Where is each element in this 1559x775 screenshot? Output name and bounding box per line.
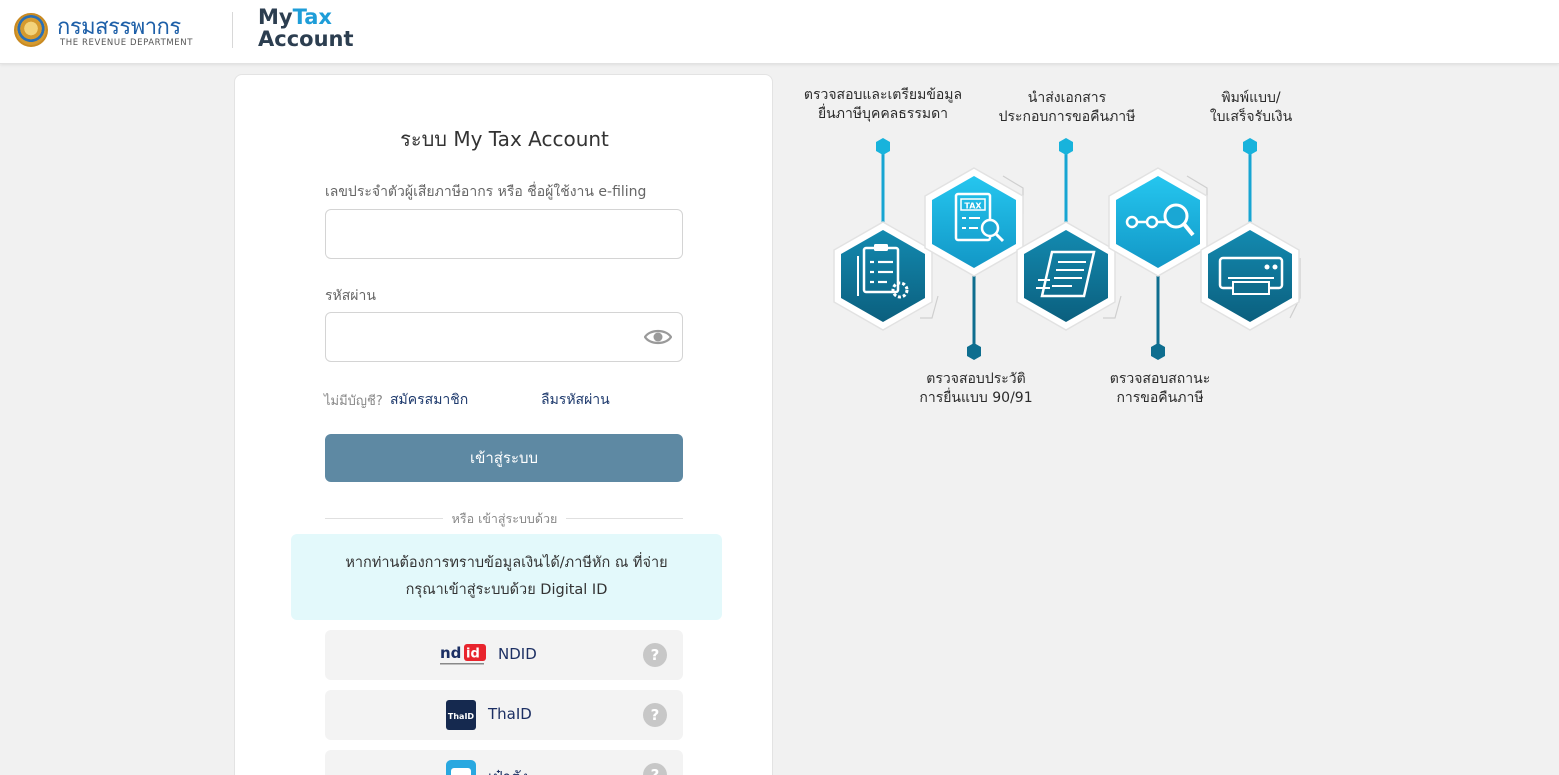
feature-label-filing-history-line2: การยื่นแบบ 90/91: [919, 390, 1033, 406]
feature-label-prepare-data: ตรวจสอบและเตรียมข้อมูล ยื่นภาษีบุคคลธรรม…: [792, 86, 974, 124]
feature-label-print-receipt: พิมพ์แบบ/ ใบเสร็จรับเงิน: [1190, 89, 1312, 127]
feature-label-filing-history-line1: ตรวจสอบประวัติ: [926, 371, 1026, 387]
info-line-2: กรุณาเข้าสู่ระบบด้วย Digital ID: [405, 582, 608, 598]
svg-text:id: id: [466, 647, 480, 662]
forgot-password-link[interactable]: ลืมรหัสผ่าน: [541, 389, 610, 411]
register-link[interactable]: สมัครสมาชิก: [390, 389, 468, 411]
username-input[interactable]: [325, 209, 683, 259]
svg-text:nd: nd: [440, 644, 461, 662]
paotang-label: เป๋าตัง: [488, 765, 528, 775]
tax-features-infographic: TAX: [833, 138, 1301, 360]
no-account-text: ไม่มีบัญชี?: [324, 394, 383, 409]
feature-label-submit-documents-line1: นำส่งเอกสาร: [1027, 90, 1107, 106]
thaid-label: ThaID: [488, 705, 532, 723]
revenue-department-seal-logo: [14, 13, 48, 47]
feature-label-refund-status-line2: การขอคืนภาษี: [1116, 390, 1204, 406]
feature-label-prepare-data-line2: ยื่นภาษีบุคคลธรรมดา: [817, 106, 949, 122]
feature-label-refund-status-line1: ตรวจสอบสถานะ: [1109, 371, 1211, 387]
password-label: รหัสผ่าน: [325, 288, 376, 304]
login-card: ระบบ My Tax Account เลขประจำตัวผู้เสียภา…: [234, 74, 773, 775]
logo-account: Account: [258, 27, 354, 51]
tax-badge-text: TAX: [964, 202, 982, 211]
logo-tax: Tax: [292, 5, 332, 29]
or-login-with-label: หรือ เข้าสู่ระบบด้วย: [442, 511, 567, 526]
ndid-logo-icon: nd id: [440, 644, 486, 665]
ndid-label: NDID: [498, 645, 537, 663]
or-login-with-text: หรือ เข้าสู่ระบบด้วย: [235, 509, 774, 529]
feature-label-submit-documents: นำส่งเอกสาร ประกอบการขอคืนภาษี: [984, 89, 1150, 127]
feature-label-submit-documents-line2: ประกอบการขอคืนภาษี: [998, 109, 1136, 125]
feature-label-print-receipt-line1: พิมพ์แบบ/: [1221, 90, 1281, 106]
show-password-eye-icon[interactable]: [644, 327, 672, 347]
ndid-help-icon[interactable]: ?: [643, 643, 667, 667]
hex-submit-documents: TAX: [924, 167, 1024, 277]
feature-label-refund-status: ตรวจสอบสถานะ การขอคืนภาษี: [1088, 370, 1232, 408]
digital-id-info-box: หากท่านต้องการทราบข้อมูลเงินได้/ภาษีหัก …: [291, 534, 722, 620]
hex-print-receipt: [1200, 221, 1300, 331]
paotang-login-button[interactable]: เป๋าตัง ?: [325, 750, 683, 775]
thaid-logo-icon: ThaID: [446, 700, 476, 730]
feature-label-filing-history: ตรวจสอบประวัติ การยื่นแบบ 90/91: [898, 370, 1054, 408]
info-line-1: หากท่านต้องการทราบข้อมูลเงินได้/ภาษีหัก …: [345, 555, 668, 571]
logo-my: My: [258, 5, 293, 29]
top-header: กรมสรรพากร THE REVENUE DEPARTMENT MyTax …: [0, 0, 1559, 64]
login-button[interactable]: เข้าสู่ระบบ: [325, 434, 683, 482]
brand-name-english: THE REVENUE DEPARTMENT: [60, 38, 194, 48]
paotang-logo-icon: [446, 760, 476, 775]
login-title: ระบบ My Tax Account: [400, 127, 609, 151]
hex-filing-history: [1016, 221, 1116, 331]
svg-text:ThaID: ThaID: [448, 712, 475, 721]
feature-label-print-receipt-line2: ใบเสร็จรับเงิน: [1209, 109, 1293, 125]
thaid-login-button[interactable]: ThaID ThaID ?: [325, 690, 683, 740]
hex-prepare-data: [833, 221, 933, 331]
feature-label-prepare-data-line1: ตรวจสอบและเตรียมข้อมูล: [803, 87, 963, 103]
thaid-help-icon[interactable]: ?: [643, 703, 667, 727]
password-field[interactable]: [325, 312, 683, 362]
username-label: เลขประจำตัวผู้เสียภาษีอากร หรือ ชื่อผู้ใ…: [325, 184, 647, 200]
hex-refund-status: [1108, 167, 1208, 277]
ndid-login-button[interactable]: nd id NDID ?: [325, 630, 683, 680]
paotang-help-icon[interactable]: ?: [643, 763, 667, 775]
header-divider: [232, 12, 233, 48]
mytax-account-logo: MyTax Account: [258, 6, 354, 50]
